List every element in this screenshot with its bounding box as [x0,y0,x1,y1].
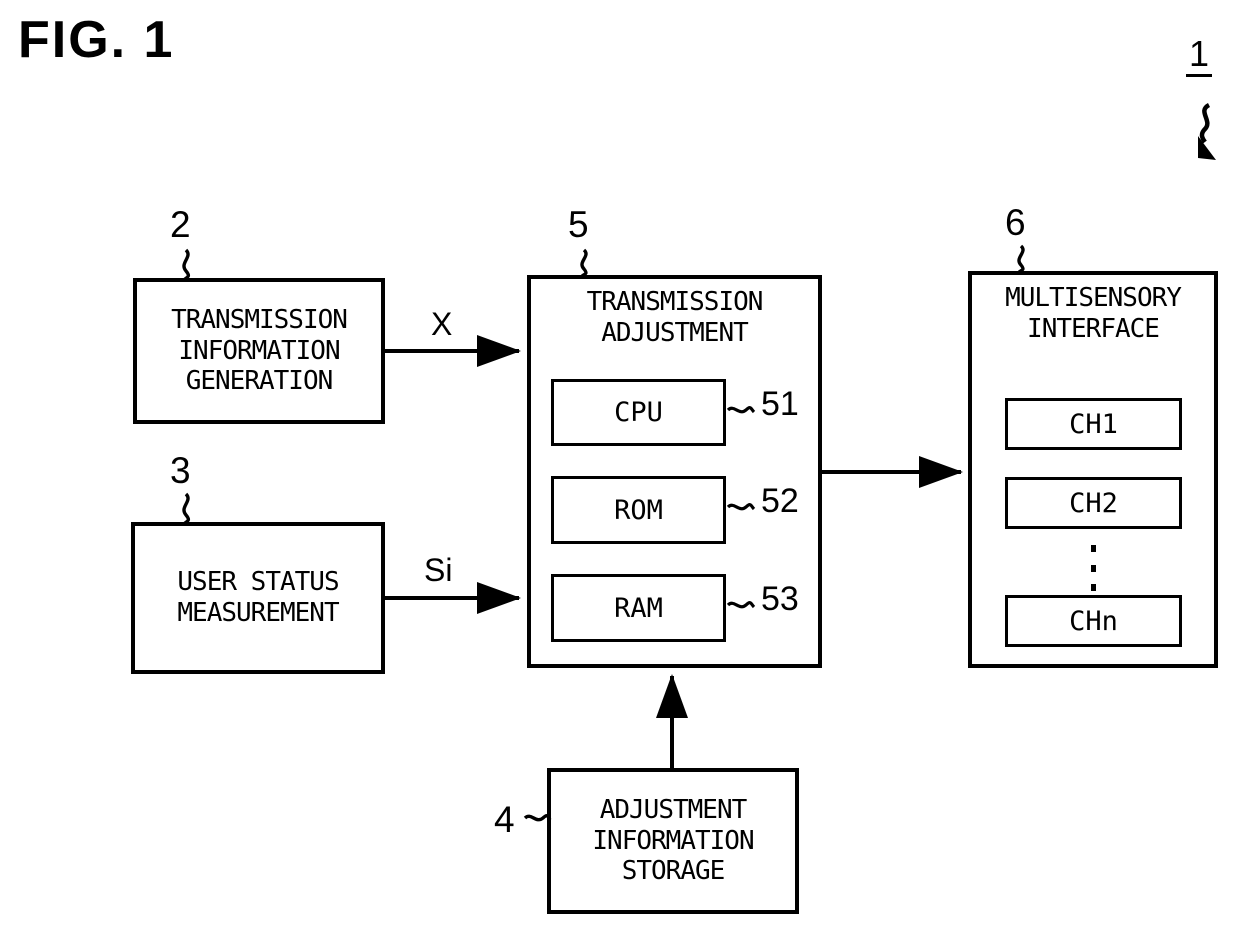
block-adjustment-information-storage: ADJUSTMENT INFORMATION STORAGE [547,768,799,914]
block-label-line-2: INFORMATION [592,825,754,856]
signal-label-si: Si [424,552,453,588]
signal-label-x: X [431,306,453,342]
leader-squiggle-2 [182,248,191,282]
block-label-line-3: STORAGE [621,856,726,887]
leader-squiggle-3 [182,492,191,526]
system-reference-numeral: 1 [1186,36,1213,77]
channel-ellipsis-icon [1091,545,1096,591]
block-label-line-2: INFORMATION [178,335,340,366]
reference-numeral-3: 3 [170,450,191,491]
subblock-rom: ROM [551,476,726,544]
subblock-channel-ch2: CH2 [1005,477,1182,529]
block-label-line-2: INTERFACE [1027,313,1160,344]
subblock-channel-ch1: CH1 [1005,398,1182,450]
subblock-channel-chn: CHn [1005,595,1182,647]
reference-numeral-5: 5 [568,204,589,245]
reference-numeral-2: 2 [170,204,191,245]
block-label-line-1: TRANSMISSION [171,304,348,335]
block-user-status-measurement: USER STATUS MEASUREMENT [131,522,385,674]
block-label-line-2: ADJUSTMENT [601,317,749,348]
leader-squiggle-5 [580,248,588,278]
leader-squiggle-6 [1017,244,1025,274]
subblock-ram: RAM [551,574,726,642]
reference-numeral-52: 52 [761,482,799,520]
subblock-cpu: CPU [551,379,726,446]
leader-squiggle-system-1 [1198,102,1216,160]
block-label-line-1: MULTISENSORY [1005,283,1182,313]
block-label-line-1: USER STATUS [177,567,339,598]
block-label-line-1: TRANSMISSION [586,287,764,317]
reference-numeral-4: 4 [494,799,515,840]
patent-figure: FIG. 1 1 TRANSMISSION INFORMATION GENERA… [0,0,1240,938]
block-label-line-1: ADJUSTMENT [599,794,748,825]
figure-title: FIG. 1 [18,11,175,69]
reference-numeral-51: 51 [761,385,799,423]
block-label-line-2: MEASUREMENT [177,598,339,628]
block-transmission-information-generation: TRANSMISSION INFORMATION GENERATION [133,278,385,424]
block-label-line-3: GENERATION [185,366,334,397]
reference-numeral-53: 53 [761,580,799,618]
reference-numeral-6: 6 [1005,202,1026,243]
